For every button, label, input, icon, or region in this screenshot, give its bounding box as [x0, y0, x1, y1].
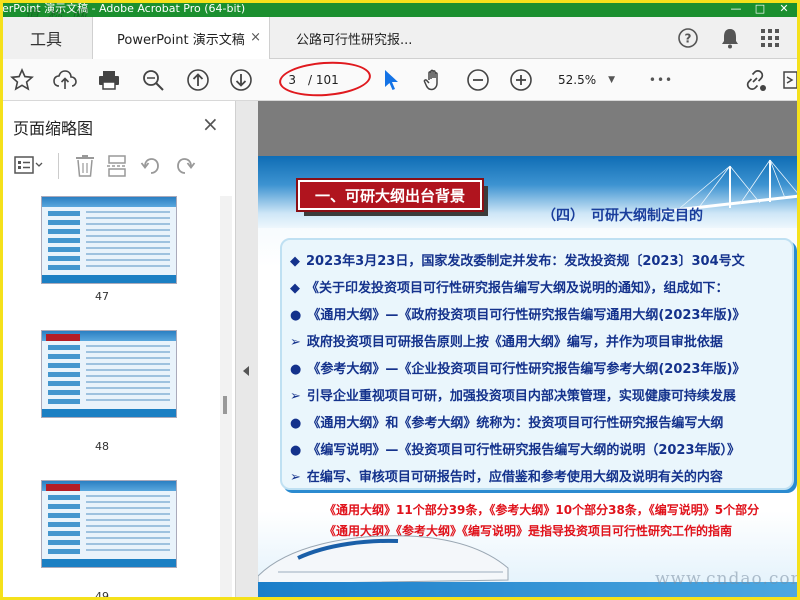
- collapse-panel-icon[interactable]: [243, 366, 249, 376]
- panel-splitter[interactable]: [236, 101, 258, 600]
- thumbnail-label: 49: [95, 590, 109, 600]
- page-down-icon[interactable]: [228, 67, 254, 93]
- bullet: ●: [290, 416, 302, 431]
- thumbnail-label: 48: [95, 440, 109, 453]
- line-text: 2023年3月23日，国家发改委制定并发布：发改投资规〔2023〕304号文: [306, 254, 745, 269]
- bullet: ➢: [290, 335, 301, 350]
- content-box: ◆ 2023年3月23日，国家发改委制定并发布：发改投资规〔2023〕304号文 …: [280, 238, 794, 490]
- thumb-graphic: [48, 345, 80, 405]
- line-text: 引导企业重视项目可研，加强投资项目内部决策管理，实现健康可持续发展: [306, 389, 736, 404]
- thumbnail-label: 47: [95, 290, 109, 303]
- content-line: ➢ 引导企业重视项目可研，加强投资项目内部决策管理，实现健康可持续发展: [290, 385, 736, 404]
- thumb-graphic: [86, 345, 170, 401]
- minimize-button[interactable]: —: [724, 0, 748, 17]
- panel-toolbar: [0, 149, 236, 183]
- panel-toolbar-divider: [58, 153, 59, 179]
- scrollbar-thumb[interactable]: [223, 396, 227, 414]
- thumbnail-options-icon[interactable]: [14, 155, 44, 177]
- thumb-footer: [42, 559, 176, 567]
- extract-pages-icon[interactable]: [106, 154, 128, 178]
- panel-title: 页面缩略图: [13, 119, 94, 138]
- thumb-graphic: [46, 334, 80, 341]
- tab-tools[interactable]: 工具: [0, 17, 92, 59]
- line-text: 《参考大纲》—《企业投资项目可行性研究报告编写参考大纲(2023年版)》: [307, 362, 746, 377]
- line-text: 《关于印发投资项目可行性研究报告编写大纲及说明的通知》，组成如下：: [306, 281, 729, 296]
- slide-page: 一、可研大纲出台背景 （四） 可研大纲制定目的 ◆ 2023年3月23日，国家发改…: [258, 156, 800, 600]
- bullet: ➢: [290, 470, 301, 485]
- content-line: ● 《编写说明》—《投资项目可行性研究报告编写大纲的说明（2023年版）》: [290, 439, 740, 458]
- thumb-footer: [42, 275, 176, 283]
- more-tools-button[interactable]: •••: [646, 67, 676, 93]
- tab-label: PowerPoint 演示文稿: [117, 32, 245, 48]
- share-link-icon[interactable]: [742, 67, 768, 93]
- window-titlebar: erPoint 演示文稿 - Adobe Acrobat Pro (64-bit…: [0, 0, 800, 17]
- panel-close-button[interactable]: ×: [202, 112, 219, 136]
- slide-heading: 一、可研大纲出台背景: [296, 178, 484, 212]
- thumb-footer: [42, 409, 176, 417]
- page-thumbnail-47[interactable]: [41, 196, 177, 284]
- bell-icon[interactable]: [716, 25, 744, 51]
- zoom-out-icon[interactable]: [465, 67, 491, 93]
- content-line: ◆ 《关于印发投资项目可行性研究报告编写大纲及说明的通知》，组成如下：: [290, 277, 729, 296]
- thumb-header: [42, 197, 176, 207]
- bookmark-star-icon[interactable]: [9, 67, 35, 93]
- content-line: ◆ 2023年3月23日，国家发改委制定并发布：发改投资规〔2023〕304号文: [290, 250, 745, 269]
- search-zoom-icon[interactable]: [140, 67, 166, 93]
- main-toolbar: 3 / 101 52.5% ▼ •••: [0, 59, 800, 101]
- line-text: 政府投资项目可研报告原则上按《通用大纲》编写，并作为项目审批依据: [306, 335, 723, 350]
- zoom-select[interactable]: 52.5% ▼: [558, 69, 628, 91]
- site-watermark: www.cndao.com: [655, 569, 800, 589]
- rotate-left-icon[interactable]: [140, 155, 162, 177]
- chevron-down-icon: ▼: [608, 75, 616, 85]
- line-text: 《通用大纲》—《政府投资项目可行性研究报告编写通用大纲(2023年版)》: [307, 308, 746, 323]
- zoom-in-icon[interactable]: [508, 67, 534, 93]
- panel-scrollbar[interactable]: [220, 196, 232, 600]
- bullet: ●: [290, 308, 302, 323]
- page-up-icon[interactable]: [185, 67, 211, 93]
- panel-toggle-icon[interactable]: [782, 67, 798, 93]
- thumb-graphic: [46, 484, 80, 491]
- thumb-graphic: [48, 211, 80, 271]
- apps-grid-icon[interactable]: [756, 25, 784, 51]
- tab-bar: 工具 PowerPoint 演示文稿 × 公路可行性研究报... ?: [0, 17, 800, 59]
- bullet: ◆: [290, 254, 300, 269]
- page-thumbnail-48[interactable]: [41, 330, 177, 418]
- bullet: ➢: [290, 389, 301, 404]
- trash-icon[interactable]: [74, 154, 96, 178]
- thumb-graphic: [86, 495, 170, 551]
- bullet: ●: [290, 362, 302, 377]
- bullet: ◆: [290, 281, 300, 296]
- rotate-right-icon[interactable]: [174, 155, 196, 177]
- zoom-value: 52.5%: [558, 73, 597, 87]
- maximize-button[interactable]: □: [748, 0, 772, 17]
- tab-powerpoint[interactable]: PowerPoint 演示文稿 ×: [92, 17, 270, 59]
- bullet: ●: [290, 443, 302, 458]
- tab-highway-report[interactable]: 公路可行性研究报...: [272, 17, 442, 59]
- line-text: 《编写说明》—《投资项目可行性研究报告编写大纲的说明（2023年版）》: [307, 443, 741, 458]
- tab-label: 公路可行性研究报...: [296, 32, 413, 48]
- window-controls: — □ ✕: [724, 0, 796, 17]
- content-line: ➢ 政府投资项目可研报告原则上按《通用大纲》编写，并作为项目审批依据: [290, 331, 723, 350]
- svg-text:?: ?: [685, 32, 692, 46]
- content-line: ● 《通用大纲》—《政府投资项目可行性研究报告编写通用大纲(2023年版)》: [290, 304, 745, 323]
- hand-tool-icon[interactable]: [421, 67, 447, 93]
- line-text: 在编写、审核项目可研报告时，应借鉴和参考使用大纲及说明有关的内容: [306, 470, 723, 485]
- content-line: ● 《参考大纲》—《企业投资项目可行性研究报告编写参考大纲(2023年版)》: [290, 358, 745, 377]
- content-line: ● 《通用大纲》和《参考大纲》统称为：投资项目可行性研究报告编写大纲: [290, 412, 723, 431]
- page-thumbnail-49[interactable]: [41, 480, 177, 568]
- tab-close-button[interactable]: ×: [250, 30, 261, 45]
- thumb-graphic: [86, 211, 170, 267]
- close-window-button[interactable]: ✕: [772, 0, 796, 17]
- thumb-graphic: [48, 495, 80, 555]
- cloud-upload-icon[interactable]: [52, 67, 78, 93]
- slide-subheading: （四） 可研大纲制定目的: [542, 208, 703, 224]
- help-icon[interactable]: ?: [674, 25, 702, 51]
- print-icon[interactable]: [96, 67, 122, 93]
- line-text: 《通用大纲》和《参考大纲》统称为：投资项目可行性研究报告编写大纲: [307, 416, 724, 431]
- content-line: ➢ 在编写、审核项目可研报告时，应借鉴和参考使用大纲及说明有关的内容: [290, 466, 723, 485]
- select-cursor-icon[interactable]: [378, 67, 404, 93]
- thumbnails-panel: 页面缩略图 × 47 48 49: [0, 101, 236, 600]
